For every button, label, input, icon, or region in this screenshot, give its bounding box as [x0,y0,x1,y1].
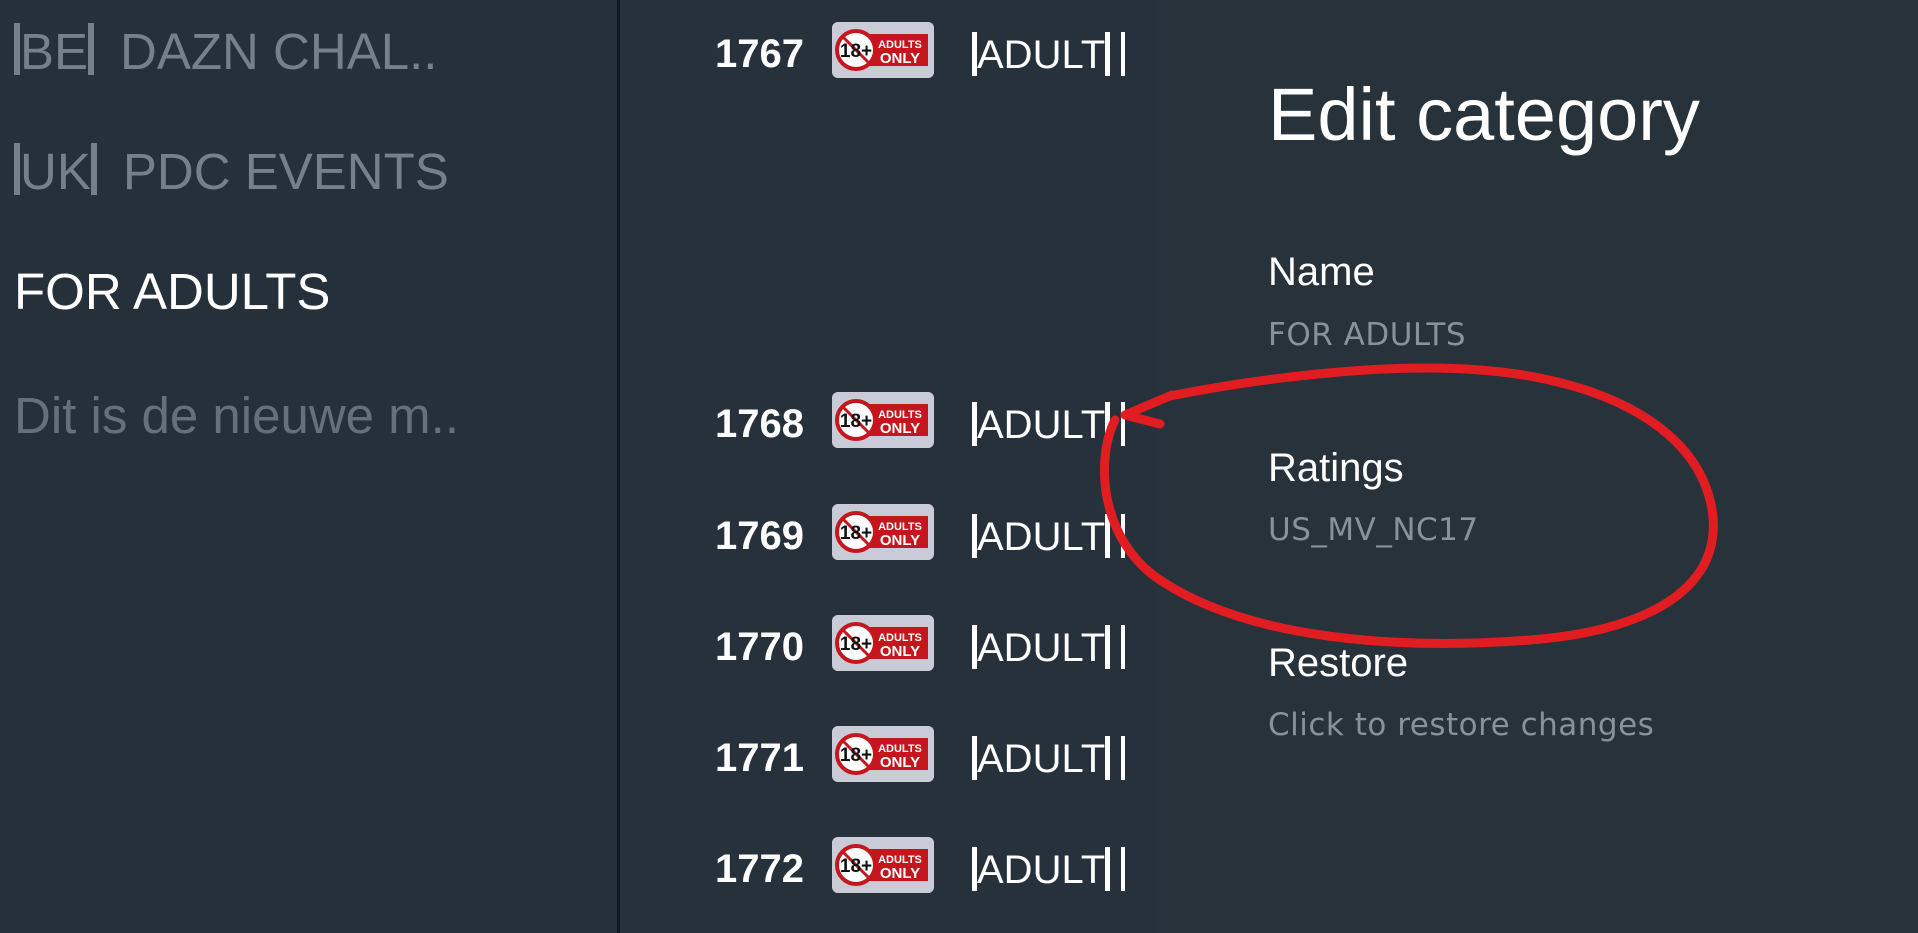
svg-text:18+: 18+ [840,523,872,544]
adults-only-logo-icon: 18+ ADULTS ONLY [832,615,934,671]
adults-only-logo-icon: 18+ ADULTS ONLY [832,22,934,78]
channel-name: ADULT [972,847,1126,891]
adults-only-logo-icon: 18+ ADULTS ONLY [832,837,934,893]
svg-text:ONLY: ONLY [880,532,920,549]
channel-number: 1769 [715,514,804,558]
separator-bar [1105,32,1111,76]
category-name: DAZN CHAL.. [120,23,438,80]
channel-number: 1768 [715,402,804,446]
svg-text:ONLY: ONLY [880,420,920,437]
name-value: FOR ADULTS [1268,317,1467,353]
channel-name: ADULT [972,514,1126,558]
separator-bar [1121,402,1126,446]
separator-bar [1121,514,1126,558]
adults-only-logo-icon: 18+ ADULTS ONLY [832,392,934,448]
separator-bar [1121,625,1126,669]
svg-text:18+: 18+ [840,634,872,655]
svg-text:18+: 18+ [840,411,872,432]
category-item-for-adults[interactable]: FOR ADULTS [14,266,330,317]
adults-only-logo-icon: 18+ ADULTS ONLY [832,726,934,782]
channel-name: ADULT [972,736,1126,780]
svg-text:ONLY: ONLY [880,50,920,67]
channel-row-1769[interactable]: 1769 18+ ADULTS ONLY ADULT [620,502,1158,566]
adults-only-logo-icon: 18+ ADULTS ONLY [832,504,934,560]
name-label: Name [1268,250,1375,294]
dialog-title: Edit category [1268,73,1700,156]
category-pane: BE DAZN CHAL.. UK PDC EVENTS FOR ADULTS Di… [0,0,617,933]
channel-row-1771[interactable]: 1771 18+ ADULTS ONLY ADULT [620,724,1158,788]
category-name: PDC EVENTS [122,143,449,200]
channel-row-1767[interactable]: 1767 18+ ADULTS ONLY ADULT [620,20,1158,84]
svg-text:ONLY: ONLY [880,754,920,771]
ratings-value: US_MV_NC17 [1268,512,1479,548]
screen: BE DAZN CHAL.. UK PDC EVENTS FOR ADULTS Di… [0,0,1918,933]
category-item-uk-pdc[interactable]: UK PDC EVENTS [14,143,449,197]
svg-text:18+: 18+ [840,41,872,62]
channel-number: 1767 [715,32,804,76]
separator-bar [90,143,97,195]
separator-bar [1121,32,1126,76]
category-tag: BE [20,23,89,80]
svg-text:18+: 18+ [840,745,872,766]
separator-bar [1121,736,1126,780]
svg-text:ONLY: ONLY [880,643,920,660]
channel-number: 1772 [715,847,804,891]
separator-bar [1105,514,1111,558]
separator-bar [1105,736,1111,780]
channel-list: 1767 18+ ADULTS ONLY ADULT 1768 18+ ADUL… [620,0,1158,933]
category-tag: UK [20,143,91,200]
channel-number: 1771 [715,736,804,780]
separator-bar [88,23,95,75]
svg-text:ONLY: ONLY [880,865,920,882]
category-description: Dit is de nieuwe m.. [14,387,460,444]
channel-name: ADULT [972,402,1126,446]
edit-category-dialog: Edit category Name FOR ADULTS Ratings US… [1158,0,1918,933]
svg-text:18+: 18+ [840,856,872,877]
category-item-be-dazn[interactable]: BE DAZN CHAL.. [14,23,437,77]
ratings-label: Ratings [1268,446,1404,490]
restore-value: Click to restore changes [1268,707,1655,743]
restore-label: Restore [1268,641,1409,685]
channel-number: 1770 [715,625,804,669]
channel-row-1768[interactable]: 1768 18+ ADULTS ONLY ADULT [620,390,1158,454]
separator-bar [1105,625,1111,669]
separator-bar [1105,402,1111,446]
channel-name: ADULT [972,625,1126,669]
separator-bar [1121,847,1126,891]
channel-row-1772[interactable]: 1772 18+ ADULTS ONLY ADULT [620,835,1158,899]
separator-bar [1105,847,1111,891]
channel-row-1770[interactable]: 1770 18+ ADULTS ONLY ADULT [620,613,1158,677]
channel-name: ADULT [972,32,1126,76]
